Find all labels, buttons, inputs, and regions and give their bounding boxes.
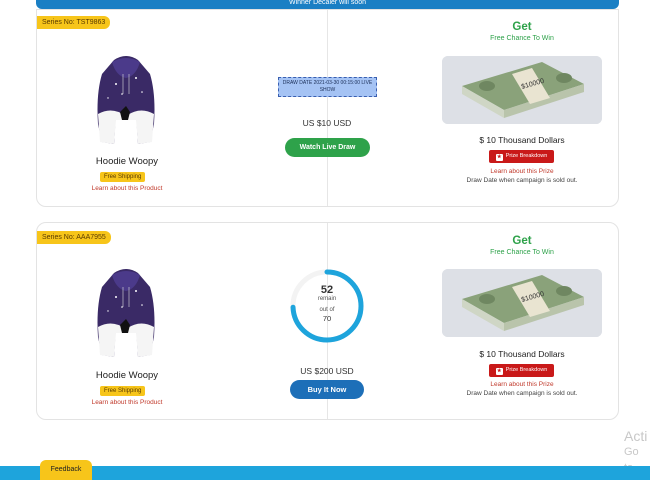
- campaign-card: Series No: TST9863 Hoodie Woopy Free Shi…: [36, 9, 619, 207]
- campaign-card: Series No: AAA7955 Hoodie Woopy Free Shi…: [36, 222, 619, 420]
- draw-date-box: DRAW DATE 2021-03-30 00:15:00 LIVE SHOW: [278, 77, 377, 97]
- divider: [327, 10, 328, 206]
- top-banner: Winner Decaler will soon: [36, 0, 619, 9]
- draw-note: Draw Date when campaign is sold out.: [466, 390, 578, 397]
- get-subtitle: Free Chance To Win: [490, 249, 554, 256]
- prize-title: $ 10 Thousand Dollars: [479, 135, 565, 145]
- product-name: Hoodie Woopy: [95, 370, 159, 381]
- buy-it-now-button[interactable]: Buy It Now: [290, 380, 364, 399]
- free-shipping-badge: Free Shipping: [100, 386, 146, 396]
- prize-breakdown-label: Prize Breakdown: [505, 367, 548, 373]
- free-shipping-badge: Free Shipping: [100, 172, 146, 182]
- watermark-line-1: Acti: [624, 428, 648, 444]
- price: US $200 USD: [300, 366, 354, 376]
- remain-label: remain: [317, 296, 337, 302]
- product-name: Hoodie Woopy: [95, 156, 159, 167]
- remaining-counter: 52 remain out of 70: [289, 268, 365, 344]
- prize-breakdown-label: Prize Breakdown: [505, 153, 548, 159]
- prize-icon: ★: [495, 154, 503, 161]
- prize-breakdown-button[interactable]: ★ Prize Breakdown: [489, 364, 554, 377]
- out-of-label: out of: [319, 307, 335, 313]
- series-tag: Series No: AAA7955: [37, 231, 111, 244]
- prize-title: $ 10 Thousand Dollars: [479, 349, 565, 359]
- hoodie-product-image[interactable]: [92, 54, 160, 146]
- cash-prize-image[interactable]: $10000: [442, 269, 602, 337]
- prize-icon: ★: [495, 368, 503, 375]
- total-count: 70: [322, 314, 332, 323]
- feedback-button[interactable]: Feedback: [40, 460, 92, 480]
- watch-live-draw-button[interactable]: Watch Live Draw: [285, 138, 370, 157]
- learn-product-link[interactable]: Learn about this Product: [57, 399, 197, 406]
- draw-note: Draw Date when campaign is sold out.: [466, 177, 578, 184]
- learn-prize-link[interactable]: Learn about this Prize: [442, 168, 602, 175]
- get-title: Get: [512, 235, 532, 247]
- get-subtitle: Free Chance To Win: [490, 35, 554, 42]
- cash-prize-image[interactable]: $10000: [442, 56, 602, 124]
- learn-prize-link[interactable]: Learn about this Prize: [442, 381, 602, 388]
- prize-breakdown-button[interactable]: ★ Prize Breakdown: [489, 150, 554, 163]
- get-title: Get: [512, 21, 532, 33]
- footer-bar: [0, 466, 650, 480]
- series-tag: Series No: TST9863: [37, 16, 111, 29]
- price: US $10 USD: [302, 118, 352, 128]
- remaining-count: 52: [320, 284, 334, 296]
- hoodie-product-image[interactable]: [92, 267, 160, 359]
- learn-product-link[interactable]: Learn about this Product: [57, 185, 197, 192]
